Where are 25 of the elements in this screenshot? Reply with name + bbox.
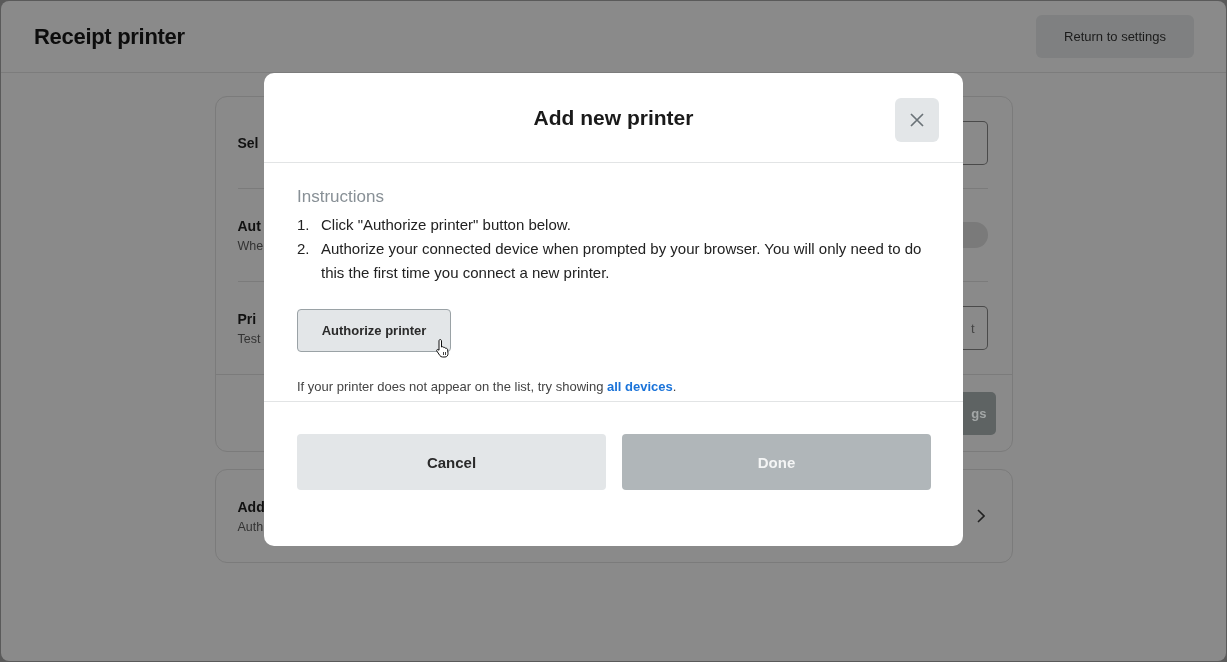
step-text: Click "Authorize printer" button below. <box>321 215 572 235</box>
return-button[interactable]: Return to settings <box>1036 15 1194 58</box>
row-description: Auth <box>237 519 264 534</box>
row-description: Whe <box>237 238 264 253</box>
toggle-switch[interactable] <box>962 222 988 248</box>
hand-pointer-icon <box>435 338 451 358</box>
save-button[interactable]: gs <box>962 391 996 435</box>
row-description: Test <box>237 331 261 346</box>
close-button[interactable] <box>895 98 939 142</box>
page-title: Receipt printer <box>34 23 185 50</box>
row-label: Pri <box>237 310 257 327</box>
chevron-right-icon <box>976 509 985 523</box>
help-text: If your printer does not appear on the list, try showing all devices. <box>297 379 678 394</box>
dialog-title: Add new printer <box>533 105 694 130</box>
step-number: 2. <box>297 239 311 259</box>
step-text: Authorize your connected device when prompted by your browser. You will only need to do this the first time you connect a new printer. <box>321 239 923 283</box>
row-label: Add <box>237 498 265 515</box>
row-label: Aut <box>237 217 261 234</box>
all-devices-link[interactable]: all devices <box>607 379 673 394</box>
close-icon <box>909 112 925 128</box>
cancel-button[interactable]: Cancel <box>297 434 606 490</box>
section-title: Instructions <box>297 187 385 207</box>
row-label: Sel <box>237 134 259 151</box>
authorize-button[interactable]: Authorize printer <box>297 309 451 352</box>
step-number: 1. <box>297 215 311 235</box>
